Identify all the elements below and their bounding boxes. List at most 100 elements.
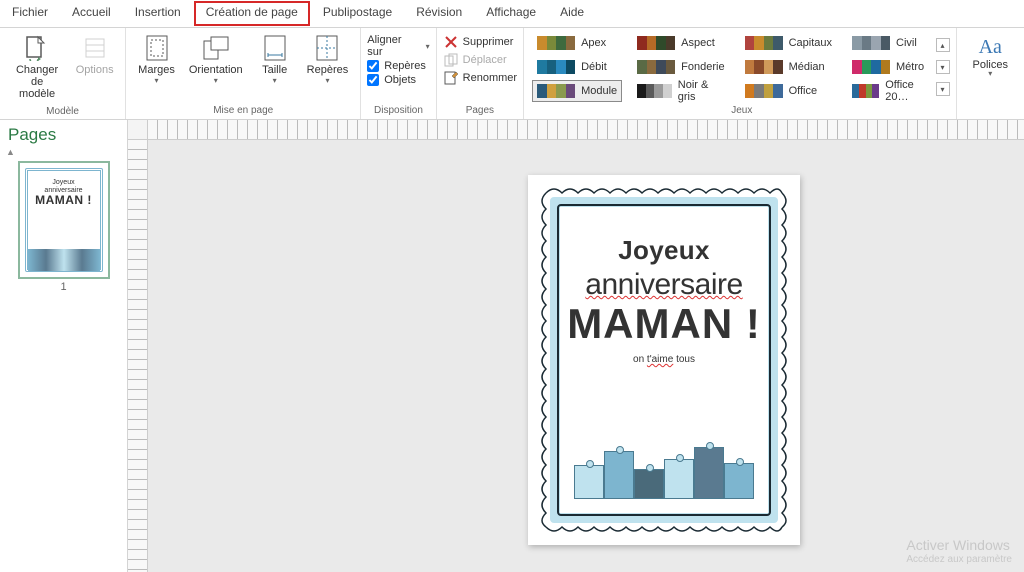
collapse-icon[interactable]: ▲ — [0, 147, 127, 157]
objects-checkbox-row[interactable]: Objets — [367, 74, 429, 86]
theme-fonderie[interactable]: Fonderie — [632, 56, 729, 78]
group-label-layout: Mise en page — [213, 103, 273, 119]
orientation-button[interactable]: Orientation ▾ — [183, 30, 249, 89]
horizontal-ruler[interactable] — [148, 120, 1024, 140]
theme-swatch — [852, 84, 879, 98]
menu-insertion[interactable]: Insertion — [123, 0, 193, 27]
group-label-disposition: Disposition — [374, 103, 423, 119]
theme-office-20-[interactable]: Office 20… — [847, 80, 930, 102]
rename-icon — [443, 70, 459, 86]
card-line-1: Joyeux — [566, 235, 762, 266]
page-text-block[interactable]: Joyeux anniversaire MAMAN ! on t'aime to… — [566, 213, 762, 507]
theme-swatch — [537, 60, 575, 74]
theme-label: Débit — [581, 61, 607, 73]
margins-button[interactable]: Marges ▾ — [132, 30, 181, 89]
size-button[interactable]: Taille ▾ — [251, 30, 299, 89]
theme-label: Aspect — [681, 37, 715, 49]
themes-scroll-up[interactable]: ▴ — [936, 38, 950, 52]
theme-label: Apex — [581, 37, 606, 49]
theme-noir-gris[interactable]: Noir & gris — [632, 80, 729, 102]
theme-civil[interactable]: Civil — [847, 32, 930, 54]
menu-affichage[interactable]: Affichage — [474, 0, 548, 27]
group-label-themes: Jeux — [532, 102, 951, 119]
theme-swatch — [637, 60, 675, 74]
chevron-down-icon: ▾ — [426, 42, 430, 51]
menu-revision[interactable]: Révision — [404, 0, 474, 27]
orientation-icon — [202, 34, 230, 62]
themes-scroll-down[interactable]: ▾ — [936, 60, 950, 74]
themes-more[interactable]: ▾ — [936, 82, 950, 96]
theme-aspect[interactable]: Aspect — [632, 32, 729, 54]
theme-label: Médian — [789, 61, 825, 73]
theme-swatch — [637, 36, 675, 50]
theme-apex[interactable]: Apex — [532, 32, 622, 54]
theme-swatch — [537, 36, 575, 50]
guides-checkbox-row[interactable]: Repères — [367, 60, 429, 72]
card-line-3: MAMAN ! — [566, 300, 762, 348]
watermark-title: Activer Windows — [906, 537, 1012, 554]
theme-label: Civil — [896, 37, 917, 49]
page-swap-icon — [23, 34, 51, 62]
theme-swatch — [745, 60, 783, 74]
theme-swatch — [637, 84, 672, 98]
menu-creation-de-page[interactable]: Création de page — [194, 1, 310, 26]
group-label-pages: Pages — [466, 103, 494, 119]
rename-page-button[interactable]: Renommer — [443, 70, 517, 86]
themes-gallery[interactable]: Apex Aspect Capitaux Civil Débit Fonderie Médi… — [532, 32, 929, 102]
change-template-label: Changer de modèle — [12, 64, 62, 100]
guides-icon — [313, 34, 341, 62]
delete-page-button[interactable]: Supprimer — [443, 34, 517, 50]
align-on-dropdown[interactable]: Aligner sur ▾ — [367, 34, 429, 58]
theme-capitaux[interactable]: Capitaux — [740, 32, 837, 54]
theme-swatch — [745, 36, 783, 50]
menu-publipostage[interactable]: Publipostage — [311, 0, 404, 27]
document-page[interactable]: Joyeux anniversaire MAMAN ! on t'aime to… — [528, 175, 800, 545]
guides-checkbox-label: Repères — [384, 60, 426, 72]
change-template-button[interactable]: Changer de modèle — [6, 30, 68, 104]
theme-swatch — [745, 84, 783, 98]
theme-m-dian[interactable]: Médian — [740, 56, 837, 78]
card-line-4: on t'aime tous — [566, 354, 762, 365]
page-size-icon — [261, 34, 289, 62]
theme-swatch — [852, 36, 890, 50]
guides-button[interactable]: Repères ▾ — [301, 30, 355, 89]
menu-accueil[interactable]: Accueil — [60, 0, 123, 27]
theme-m-tro[interactable]: Métro — [847, 56, 930, 78]
ribbon-group-layout: Marges ▾ Orientation ▾ Taille ▾ Repères … — [126, 28, 361, 119]
margins-label: Marges — [138, 64, 175, 76]
card-line-2: anniversaire — [566, 268, 762, 302]
pages-panel: Pages ▲ Joyeuxanniversaire MAMAN ! 1 — [0, 120, 128, 572]
ribbon-group-disposition: Aligner sur ▾ Repères Objets Disposition — [361, 28, 436, 119]
ribbon-group-model: Changer de modèle Options Modèle — [0, 28, 126, 119]
objects-checkbox[interactable] — [367, 74, 379, 86]
menubar: Fichier Accueil Insertion Création de pa… — [0, 0, 1024, 28]
margins-icon — [143, 34, 171, 62]
ribbon-group-themes: Apex Aspect Capitaux Civil Débit Fonderie Médi… — [524, 28, 956, 119]
menu-fichier[interactable]: Fichier — [0, 0, 60, 27]
ribbon-group-pages: Supprimer Déplacer Renommer Pages — [437, 28, 524, 119]
group-label-model: Modèle — [46, 104, 79, 120]
menu-aide[interactable]: Aide — [548, 0, 596, 27]
options-button: Options — [70, 30, 119, 80]
theme-office[interactable]: Office — [740, 80, 837, 102]
align-on-label: Aligner sur — [367, 34, 418, 58]
move-page-button: Déplacer — [443, 52, 517, 68]
chevron-down-icon: ▾ — [214, 76, 218, 85]
ribbon-group-fonts: Aa Polices ▾ — [957, 28, 1024, 119]
theme-module[interactable]: Module — [532, 80, 622, 102]
theme-swatch — [852, 60, 890, 74]
vertical-ruler[interactable] — [128, 140, 148, 572]
document-canvas[interactable]: Joyeux anniversaire MAMAN ! on t'aime to… — [148, 140, 1024, 572]
workspace: Pages ▲ Joyeuxanniversaire MAMAN ! 1 — [0, 120, 1024, 572]
guides-checkbox[interactable] — [367, 60, 379, 72]
theme-label: Office 20… — [885, 79, 924, 103]
theme-label: Office — [789, 85, 818, 97]
theme-label: Noir & gris — [678, 79, 725, 103]
page-number: 1 — [60, 281, 66, 293]
theme-d-bit[interactable]: Débit — [532, 56, 622, 78]
chevron-down-icon: ▾ — [155, 76, 159, 85]
page-thumbnail[interactable]: Joyeuxanniversaire MAMAN ! — [18, 161, 110, 279]
fonts-button[interactable]: Aa Polices ▾ — [967, 32, 1014, 82]
move-icon — [443, 52, 459, 68]
ruler-corner — [128, 120, 148, 140]
